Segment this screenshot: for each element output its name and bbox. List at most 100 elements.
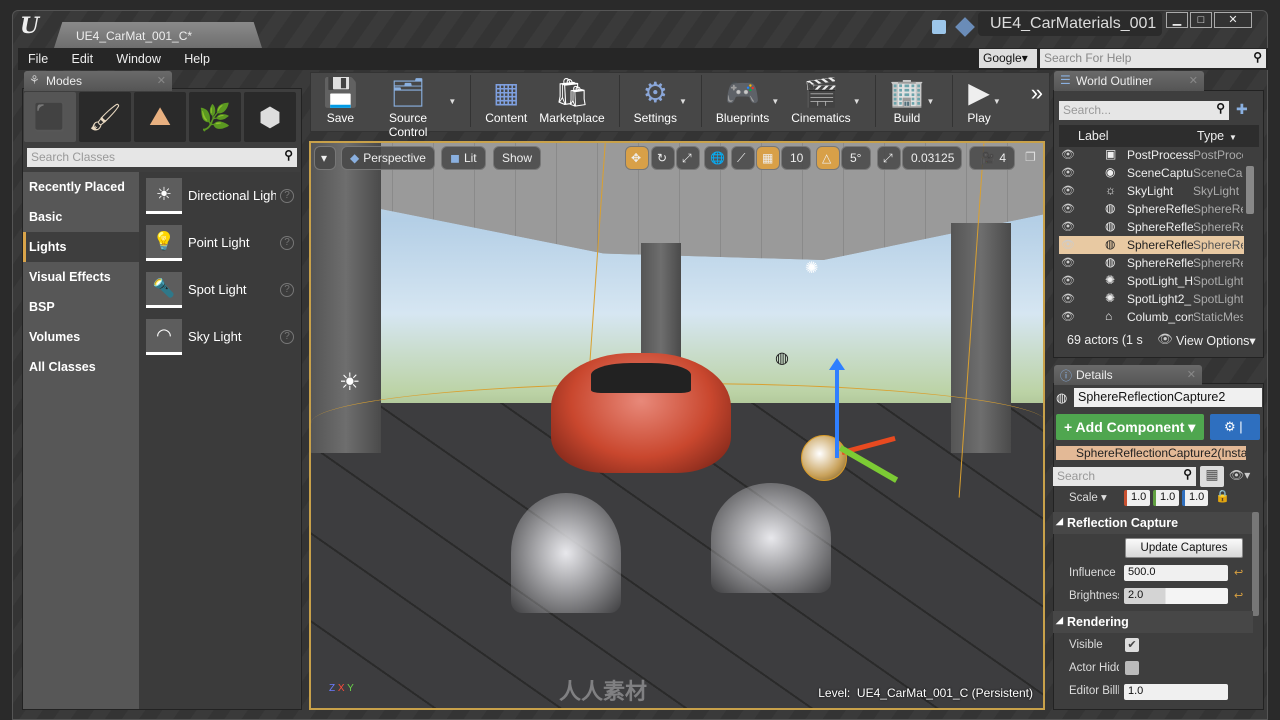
modes-tab[interactable]: ⚘ Modes ✕ — [24, 71, 172, 91]
directional-light-billboard-icon[interactable]: ☀ — [339, 368, 361, 397]
reflection-capture-section-header[interactable]: ◢ Reflection Capture — [1053, 512, 1253, 534]
blueprint-actor-button[interactable]: ⚙ | — [1210, 414, 1260, 440]
visibility-eye-icon[interactable]: 👁 — [1061, 274, 1075, 287]
visibility-eye-icon[interactable]: 👁 — [1061, 202, 1075, 215]
outliner-row[interactable]: 👁 ▣ PostProcessVolumePostProcessVolume — [1059, 146, 1244, 164]
dropdown-arrow-icon[interactable]: ▼ — [448, 97, 456, 106]
paint-mode-icon[interactable]: 🖌 — [79, 92, 131, 142]
rendering-section-header[interactable]: ◢ Rendering — [1053, 611, 1253, 633]
place-item-spot-light[interactable]: 🔦 Spot Light ? — [146, 272, 296, 312]
toolbar-overflow-button[interactable]: » — [1025, 73, 1049, 131]
dropdown-arrow-icon[interactable]: ▼ — [927, 97, 935, 106]
scale-mode-button[interactable]: ⤢ — [676, 146, 700, 170]
category-basic[interactable]: Basic — [23, 202, 139, 232]
category-bsp[interactable]: BSP — [23, 292, 139, 322]
close-icon[interactable]: ✕ — [1189, 74, 1198, 87]
source-control-button[interactable]: 🗂 Source Control ▼ — [364, 73, 457, 139]
content-button[interactable]: ▦ Content — [479, 73, 533, 131]
outliner-row[interactable]: 👁 ◍ SphereReflectionCaptureSphereReflectio… — [1059, 200, 1244, 218]
help-icon[interactable]: ? — [280, 236, 294, 250]
actor-name-field[interactable]: SphereReflectionCapture2 — [1074, 388, 1262, 407]
visibility-eye-icon[interactable]: 👁 — [1061, 220, 1075, 233]
component-tree-root[interactable]: SphereReflectionCapture2(Instance) — [1056, 446, 1246, 460]
car-mesh[interactable] — [551, 353, 731, 473]
outliner-row[interactable]: 👁 ⌂ Columb_conStaticMesh — [1059, 308, 1244, 326]
grid-snap-toggle-icon[interactable]: ▦ — [756, 146, 780, 170]
chat-icon[interactable] — [932, 20, 946, 34]
settings-button[interactable]: ⚙ Settings ▼ — [628, 73, 687, 131]
save-button[interactable]: 💾 Save — [317, 73, 364, 131]
outliner-row[interactable]: 👁 ◉ SceneCaptureSceneCapture — [1059, 164, 1244, 182]
level-viewport[interactable]: ☀ ✺ ◍ ▾ ◆ Perspective ◼ Lit Show ✥ ↻ ⤢ 🌐 ⟋… — [309, 141, 1045, 710]
outliner-row[interactable]: 👁 ◍ SphereReflectionCaptureSphereReflectio… — [1059, 254, 1244, 272]
outliner-scrollbar[interactable] — [1246, 166, 1254, 214]
grid-snap-value[interactable]: 10 — [781, 146, 811, 170]
marketplace-button[interactable]: 🛍 Marketplace — [533, 73, 610, 131]
geometry-mode-icon[interactable]: ⬢ — [244, 92, 296, 142]
reset-to-default-icon[interactable]: ↩ — [1234, 589, 1243, 602]
close-icon[interactable]: ✕ — [157, 74, 166, 87]
dropdown-arrow-icon[interactable]: ▼ — [993, 97, 1001, 106]
reset-to-default-icon[interactable]: ↩ — [1234, 566, 1243, 579]
minimize-button[interactable]: ▁ — [1166, 12, 1188, 28]
scale-snap-value[interactable]: 0.03125 — [902, 146, 962, 170]
search-classes-input[interactable]: Search Classes ⚲ — [27, 148, 297, 167]
outliner-row[interactable]: 👁 ◍ SphereReflectionCaptureSphereReflectio… — [1059, 218, 1244, 236]
category-visual-effects[interactable]: Visual Effects — [23, 262, 139, 292]
rotate-mode-button[interactable]: ↻ — [651, 146, 675, 170]
menu-window[interactable]: Window — [106, 48, 170, 66]
category-all-classes[interactable]: All Classes — [23, 352, 139, 382]
influence-field[interactable]: 500.0 — [1124, 565, 1228, 581]
add-folder-icon[interactable]: ✚ — [1236, 101, 1248, 118]
scale-snap-toggle-icon[interactable]: ⤢ — [877, 146, 901, 170]
sphere-reflection-capture-actor[interactable] — [801, 435, 847, 481]
transform-gizmo-z-axis[interactable] — [829, 358, 845, 458]
translate-mode-button[interactable]: ✥ — [625, 146, 649, 170]
menu-file[interactable]: File — [18, 48, 58, 66]
visibility-eye-icon[interactable]: 👁 — [1061, 292, 1075, 305]
perspective-button[interactable]: ◆ Perspective — [341, 146, 435, 170]
search-icon[interactable]: ⚲ — [1183, 467, 1192, 481]
blueprints-button[interactable]: 🎮 Blueprints ▼ — [710, 73, 779, 131]
show-flags-button[interactable]: Show — [493, 146, 542, 170]
play-button[interactable]: ▶ Play ▼ — [961, 73, 1000, 131]
property-matrix-icon[interactable]: ▦ — [1200, 466, 1224, 487]
rotation-snap-toggle-icon[interactable]: △ — [816, 146, 840, 170]
search-icon[interactable]: ⚲ — [284, 148, 293, 162]
foliage-mode-icon[interactable]: 🌿 — [189, 92, 241, 142]
cinematics-button[interactable]: 🎬 Cinematics ▼ — [785, 73, 860, 131]
place-item-directional-light[interactable]: ☀ Directional Light ? — [146, 178, 296, 218]
place-item-point-light[interactable]: 💡 Point Light ? — [146, 225, 296, 265]
reflection-capture-billboard-icon[interactable]: ◍ — [775, 348, 789, 368]
category-recently-placed[interactable]: Recently Placed — [23, 172, 139, 202]
visibility-eye-icon[interactable]: 👁 — [1061, 166, 1075, 179]
close-button[interactable]: ✕ — [1214, 12, 1252, 28]
scale-label[interactable]: Scale ▾ — [1069, 490, 1107, 504]
scale-x-field[interactable]: 1.0 — [1124, 490, 1150, 506]
camera-speed-button[interactable]: 🎥 4 — [969, 146, 1015, 170]
visibility-eye-icon[interactable]: 👁 — [1061, 238, 1075, 251]
help-icon[interactable]: ? — [280, 283, 294, 297]
search-icon[interactable]: ⚲ — [1253, 50, 1262, 64]
outliner-search-input[interactable]: Search... ⚲ — [1059, 101, 1229, 120]
level-document-tab[interactable]: UE4_CarMat_001_C* — [54, 22, 262, 48]
spot-light-billboard-icon[interactable]: ✺ — [805, 258, 818, 278]
viewport-options-button[interactable]: ▾ — [314, 146, 336, 170]
actor-hidden-checkbox[interactable] — [1125, 661, 1139, 675]
place-item-sky-light[interactable]: ◠ Sky Light ? — [146, 319, 296, 359]
view-options-button[interactable]: View Options▾ — [1176, 333, 1256, 348]
category-volumes[interactable]: Volumes — [23, 322, 139, 352]
outliner-row[interactable]: 👁 ☼ SkyLight SkyLight — [1059, 182, 1244, 200]
help-search-input[interactable]: Search For Help ⚲ — [1040, 49, 1266, 68]
visibility-filter-icon[interactable]: 👁▾ — [1229, 468, 1250, 482]
menu-edit[interactable]: Edit — [62, 48, 104, 66]
visibility-eye-icon[interactable]: 👁 — [1061, 148, 1075, 161]
scale-z-field[interactable]: 1.0 — [1182, 490, 1208, 506]
visibility-eye-icon[interactable]: 👁 — [1061, 310, 1075, 323]
add-component-button[interactable]: + Add Component ▾ — [1056, 414, 1204, 440]
world-outliner-tab[interactable]: ☰ World Outliner ✕ — [1054, 71, 1204, 91]
visibility-eye-icon[interactable]: 👁 — [1061, 184, 1075, 197]
landscape-mode-icon[interactable]: ⛰ — [134, 92, 186, 142]
search-icon[interactable]: ⚲ — [1216, 101, 1225, 115]
outliner-row[interactable]: 👁 ✺ SpotLight2_ SpotLight — [1059, 290, 1244, 308]
